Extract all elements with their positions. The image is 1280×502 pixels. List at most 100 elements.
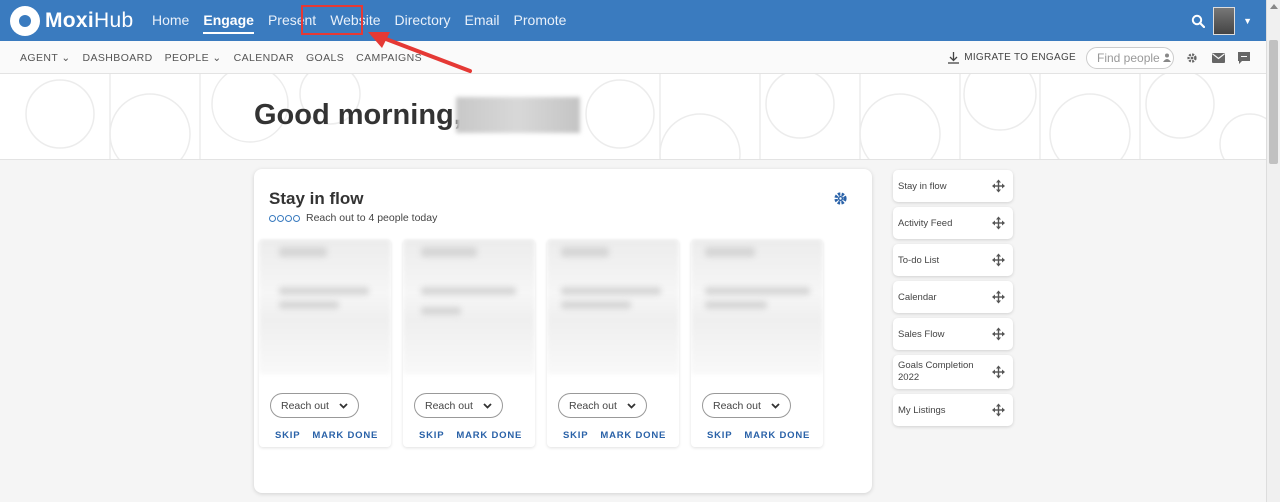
- skip-button[interactable]: SKIP: [275, 430, 300, 441]
- widget-label: Stay in flow: [898, 180, 947, 192]
- greeting-hero: Good morning,: [0, 74, 1266, 160]
- widget-sales-flow[interactable]: Sales Flow: [893, 318, 1013, 350]
- widget-my-listings[interactable]: My Listings: [893, 394, 1013, 426]
- gear-icon[interactable]: [1184, 50, 1200, 66]
- subnav-agent-label: AGENT: [20, 51, 58, 64]
- redacted-block: [705, 287, 810, 295]
- nav-promote[interactable]: Promote: [507, 0, 574, 41]
- progress-dots: [269, 214, 300, 222]
- subnav-dashboard[interactable]: DASHBOARD: [77, 52, 159, 64]
- mail-icon[interactable]: [1210, 50, 1226, 66]
- progress-dot: [277, 214, 284, 222]
- subnav-people[interactable]: PEOPLE ⌄: [159, 52, 228, 64]
- reach-out-label: Reach out: [425, 399, 473, 412]
- reach-out-button[interactable]: Reach out: [702, 393, 791, 418]
- chevron-down-icon: ⌄: [61, 51, 71, 64]
- redacted-block: [421, 247, 477, 257]
- annotation-highlight-box: [301, 5, 363, 35]
- person-card: Reach out SKIP MARK DONE: [403, 239, 535, 447]
- chevron-down-icon: [483, 402, 492, 409]
- redacted-block: [421, 287, 516, 295]
- greeting-text: Good morning,: [254, 99, 462, 131]
- migrate-to-engage-button[interactable]: MIGRATE TO ENGAGE: [947, 51, 1076, 64]
- stay-in-flow-card: Stay in flow Reach out to 4 people today…: [254, 169, 872, 493]
- move-icon[interactable]: [992, 290, 1005, 304]
- mark-done-button[interactable]: MARK DONE: [744, 430, 810, 441]
- redacted-block: [705, 247, 755, 257]
- widget-label: My Listings: [898, 404, 946, 416]
- progress-dot: [285, 214, 292, 222]
- widget-activity-feed[interactable]: Activity Feed: [893, 207, 1013, 239]
- move-icon[interactable]: [992, 365, 1005, 379]
- move-icon[interactable]: [992, 253, 1005, 267]
- logo-text-suffix: Hub: [94, 9, 134, 32]
- scroll-up-arrow-icon[interactable]: [1270, 4, 1278, 9]
- card-title: Stay in flow: [269, 189, 364, 208]
- chevron-down-icon: [339, 402, 348, 409]
- widget-label: Goals Completion 2022: [898, 360, 974, 383]
- reach-out-button[interactable]: Reach out: [558, 393, 647, 418]
- subnav-people-label: PEOPLE: [164, 51, 210, 64]
- redacted-block: [279, 247, 327, 257]
- widget-label: To-do List: [898, 254, 940, 266]
- mark-done-button[interactable]: MARK DONE: [456, 430, 522, 441]
- redacted-block: [561, 247, 609, 257]
- reach-out-label: Reach out: [569, 399, 617, 412]
- move-icon[interactable]: [992, 179, 1005, 193]
- reach-out-label: Reach out: [281, 399, 329, 412]
- redacted-block: [561, 301, 631, 309]
- person-icon: [1162, 53, 1171, 62]
- redacted-block: [279, 301, 339, 309]
- mark-done-button[interactable]: MARK DONE: [312, 430, 378, 441]
- page-scrollbar[interactable]: [1266, 0, 1280, 502]
- migrate-label: MIGRATE TO ENGAGE: [964, 52, 1076, 63]
- redacted-block: [705, 301, 767, 309]
- chevron-down-icon: [771, 402, 780, 409]
- person-card: Reach out SKIP MARK DONE: [547, 239, 679, 447]
- download-icon: [948, 52, 960, 64]
- person-card: Reach out SKIP MARK DONE: [691, 239, 823, 447]
- person-card: Reach out SKIP MARK DONE: [259, 239, 391, 447]
- widget-goals-completion[interactable]: Goals Completion 2022: [893, 355, 1013, 389]
- subnav-agent[interactable]: AGENT ⌄: [14, 52, 77, 64]
- redacted-user-name: [456, 97, 580, 133]
- chat-icon[interactable]: [1236, 50, 1252, 66]
- redacted-block: [279, 287, 369, 295]
- logo-text-prefix: Moxi: [45, 9, 95, 32]
- chevron-down-icon: ⌄: [212, 51, 222, 64]
- move-icon[interactable]: [992, 216, 1005, 230]
- widget-calendar[interactable]: Calendar: [893, 281, 1013, 313]
- move-icon[interactable]: [992, 403, 1005, 417]
- skip-button[interactable]: SKIP: [563, 430, 588, 441]
- logo-icon: [10, 6, 40, 36]
- skip-button[interactable]: SKIP: [419, 430, 444, 441]
- card-subtitle: Reach out to 4 people today: [306, 212, 438, 224]
- widget-label: Activity Feed: [898, 217, 953, 229]
- find-people-input[interactable]: Find people: [1086, 46, 1174, 69]
- sub-nav: AGENT ⌄ DASHBOARD PEOPLE ⌄ CALENDAR GOAL…: [0, 41, 1266, 74]
- nav-engage[interactable]: Engage: [196, 0, 261, 41]
- mark-done-button[interactable]: MARK DONE: [600, 430, 666, 441]
- search-icon[interactable]: [1191, 14, 1206, 28]
- nav-home[interactable]: Home: [145, 0, 196, 41]
- top-nav: MoxiHub Home Engage Present Website Dire…: [0, 0, 1266, 41]
- gear-icon[interactable]: [833, 191, 848, 211]
- avatar[interactable]: [1213, 6, 1236, 35]
- widget-todo-list[interactable]: To-do List: [893, 244, 1013, 276]
- chevron-down-icon: [627, 402, 636, 409]
- subnav-goals[interactable]: GOALS: [300, 52, 350, 64]
- reach-out-button[interactable]: Reach out: [414, 393, 503, 418]
- moxihub-logo[interactable]: MoxiHub: [10, 6, 133, 36]
- reach-out-button[interactable]: Reach out: [270, 393, 359, 418]
- chevron-down-icon[interactable]: ▼: [1243, 16, 1252, 26]
- progress-dot: [269, 214, 276, 222]
- skip-button[interactable]: SKIP: [707, 430, 732, 441]
- widget-stay-in-flow[interactable]: Stay in flow: [893, 170, 1013, 202]
- widget-label: Calendar: [898, 291, 937, 303]
- move-icon[interactable]: [992, 327, 1005, 341]
- annotation-arrow: [368, 32, 472, 73]
- scroll-thumb[interactable]: [1269, 40, 1278, 164]
- redacted-block: [421, 307, 461, 315]
- subnav-calendar[interactable]: CALENDAR: [228, 52, 300, 64]
- widget-label: Sales Flow: [898, 328, 945, 340]
